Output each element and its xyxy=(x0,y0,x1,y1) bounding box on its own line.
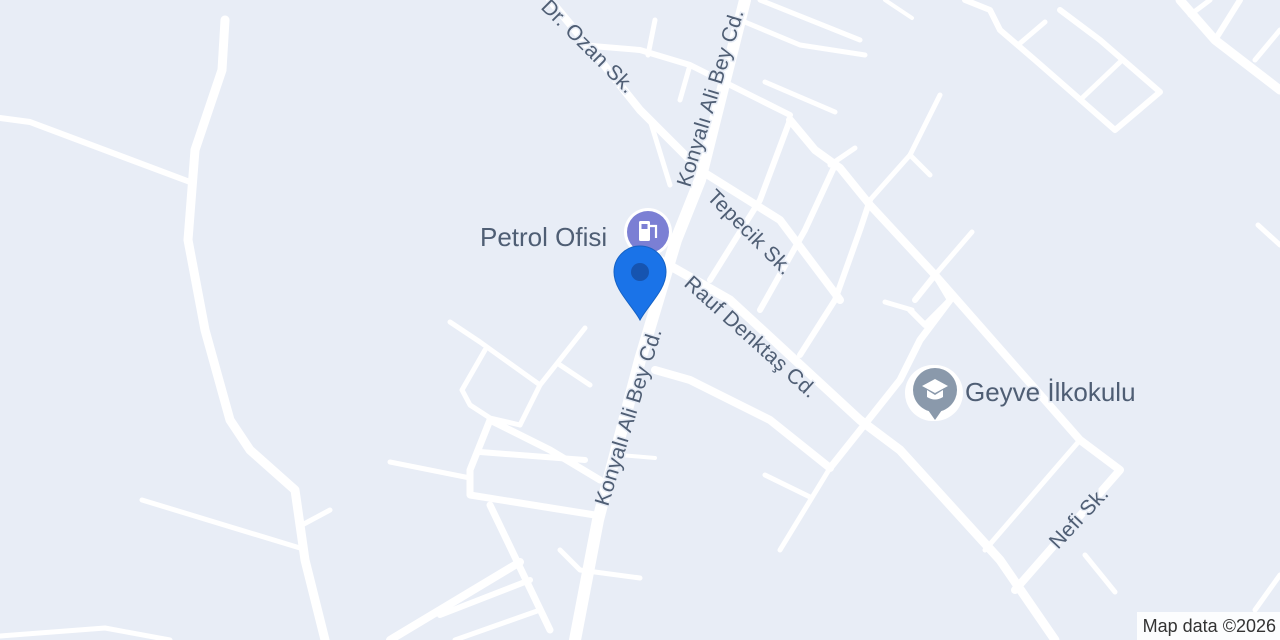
poi-school-label: Geyve İlkokulu xyxy=(965,377,1136,407)
poi-gas-station-label: Petrol Ofisi xyxy=(480,222,607,252)
map-attribution: Map data ©2026 xyxy=(1136,612,1280,640)
map-canvas[interactable]: Dr. Ozan Sk. Konyalı Ali Bey Cd. Tepecik… xyxy=(0,0,1280,640)
school-icon xyxy=(904,364,963,421)
